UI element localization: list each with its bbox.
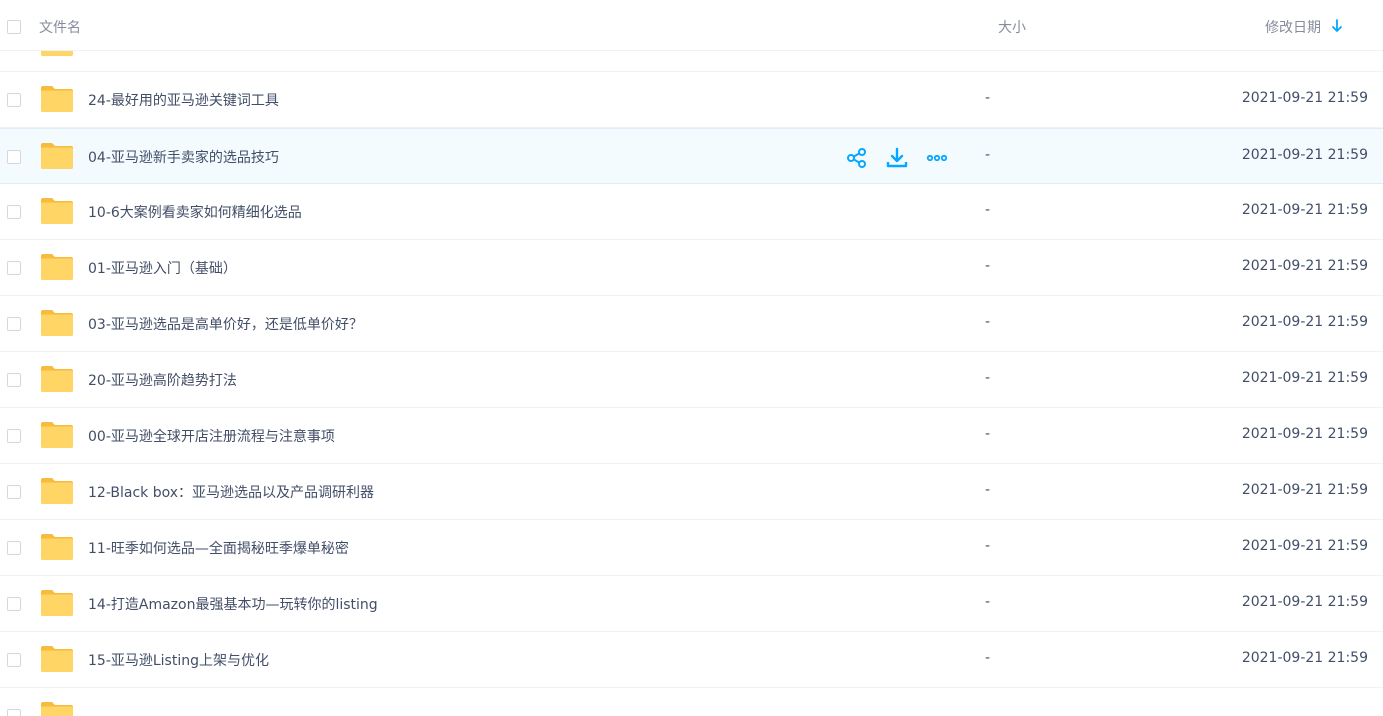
file-size: - <box>985 650 991 666</box>
file-size: - <box>985 426 991 442</box>
file-modified-date: 2021-09-21 21:59 <box>1241 482 1368 498</box>
folder-icon <box>40 309 74 337</box>
folder-icon <box>40 253 74 281</box>
file-row[interactable]: 01-亚马逊入门（基础） - 2021-09-21 21:59 <box>0 240 1383 296</box>
folder-icon <box>40 533 74 561</box>
share-button[interactable] <box>846 147 868 169</box>
file-name[interactable]: 20-亚马逊高阶趋势打法 <box>88 370 237 390</box>
file-size: - <box>985 538 991 554</box>
file-name[interactable]: 04-亚马逊新手卖家的选品技巧 <box>88 147 279 167</box>
row-checkbox[interactable] <box>7 709 21 716</box>
file-name[interactable]: 24-最好用的亚马逊关键词工具 <box>88 90 279 110</box>
file-row[interactable]: 12-Black box：亚马逊选品以及产品调研利器 - 2021-09-21 21… <box>0 464 1383 520</box>
folder-icon <box>40 421 74 449</box>
file-size: - <box>985 594 991 610</box>
row-checkbox[interactable] <box>7 373 21 387</box>
file-row[interactable]: 24-最好用的亚马逊关键词工具 - 2021-09-21 21:59 <box>0 72 1383 128</box>
download-icon <box>886 147 908 169</box>
column-header-date[interactable]: 修改日期 <box>1265 17 1321 37</box>
row-checkbox[interactable] <box>7 597 21 611</box>
file-name[interactable]: 11-旺季如何选品—全面揭秘旺季爆单秘密 <box>88 538 349 558</box>
file-row[interactable]: 04-亚马逊新手卖家的选品技巧 - 2021-09-21 21:59 <box>0 128 1383 184</box>
row-checkbox[interactable] <box>7 541 21 555</box>
file-list: 文件名 大小 修改日期 24-最好用的亚马逊关键词工具 - 2021-09-21 2… <box>0 0 1383 716</box>
row-checkbox[interactable] <box>7 205 21 219</box>
list-header: 文件名 大小 修改日期 <box>0 0 1383 51</box>
file-rows: 24-最好用的亚马逊关键词工具 -2021-09-21 21:59 04-亚马逊新手… <box>0 16 1383 716</box>
file-row[interactable]: 11-旺季如何选品—全面揭秘旺季爆单秘密 - 2021-09-21 21:59 <box>0 520 1383 576</box>
file-name[interactable]: 14-打造Amazon最强基本功—玩转你的listing <box>88 594 378 614</box>
share-icon <box>846 147 868 169</box>
sort-desc-arrow-icon[interactable] <box>1331 19 1343 33</box>
column-header-size[interactable]: 大小 <box>998 17 1026 37</box>
folder-icon <box>40 701 74 716</box>
file-row[interactable]: 20-亚马逊高阶趋势打法 - 2021-09-21 21:59 <box>0 352 1383 408</box>
row-actions <box>846 147 948 169</box>
download-button[interactable] <box>886 147 908 169</box>
file-row[interactable] <box>0 688 1383 716</box>
folder-icon <box>40 365 74 393</box>
file-modified-date: 2021-09-21 21:59 <box>1241 650 1368 666</box>
file-name[interactable]: 03-亚马逊选品是高单价好，还是低单价好？ <box>88 314 363 334</box>
more-icon <box>926 147 948 169</box>
file-name[interactable]: 10-6大案例看卖家如何精细化选品 <box>88 202 302 222</box>
file-size: - <box>985 370 991 386</box>
file-name[interactable]: 15-亚马逊Listing上架与优化 <box>88 650 269 670</box>
select-all-checkbox[interactable] <box>7 20 21 34</box>
file-row[interactable]: 10-6大案例看卖家如何精细化选品 - 2021-09-21 21:59 <box>0 184 1383 240</box>
folder-icon <box>40 142 74 170</box>
file-modified-date: 2021-09-21 21:59 <box>1241 594 1368 610</box>
file-modified-date: 2021-09-21 21:59 <box>1241 258 1368 274</box>
row-checkbox[interactable] <box>7 429 21 443</box>
row-checkbox[interactable] <box>7 150 21 164</box>
file-modified-date: 2021-09-21 21:59 <box>1241 538 1368 554</box>
file-modified-date: 2021-09-21 21:59 <box>1241 314 1368 330</box>
file-modified-date: 2021-09-21 21:59 <box>1241 370 1368 386</box>
file-row[interactable]: 00-亚马逊全球开店注册流程与注意事项 - 2021-09-21 21:59 <box>0 408 1383 464</box>
file-row[interactable]: 15-亚马逊Listing上架与优化 - 2021-09-21 21:59 <box>0 632 1383 688</box>
more-actions-button[interactable] <box>926 147 948 169</box>
column-header-name[interactable]: 文件名 <box>39 17 81 37</box>
folder-icon <box>40 589 74 617</box>
folder-icon <box>40 85 74 113</box>
row-checkbox[interactable] <box>7 317 21 331</box>
row-checkbox[interactable] <box>7 485 21 499</box>
file-size: - <box>985 202 991 218</box>
file-name[interactable]: 12-Black box：亚马逊选品以及产品调研利器 <box>88 482 374 502</box>
folder-icon <box>40 645 74 673</box>
folder-icon <box>40 477 74 505</box>
row-checkbox[interactable] <box>7 653 21 667</box>
file-size: - <box>985 482 991 498</box>
file-size: - <box>985 314 991 330</box>
file-size: - <box>985 258 991 274</box>
file-modified-date: 2021-09-21 21:59 <box>1241 426 1368 442</box>
file-modified-date: 2021-09-21 21:59 <box>1241 147 1368 163</box>
file-name[interactable]: 00-亚马逊全球开店注册流程与注意事项 <box>88 426 335 446</box>
folder-icon <box>40 197 74 225</box>
file-name[interactable]: 01-亚马逊入门（基础） <box>88 258 237 278</box>
file-row[interactable]: 14-打造Amazon最强基本功—玩转你的listing - 2021-09-21 … <box>0 576 1383 632</box>
file-modified-date: 2021-09-21 21:59 <box>1241 90 1368 106</box>
file-modified-date: 2021-09-21 21:59 <box>1241 202 1368 218</box>
file-row[interactable]: 03-亚马逊选品是高单价好，还是低单价好？ - 2021-09-21 21:59 <box>0 296 1383 352</box>
row-checkbox[interactable] <box>7 261 21 275</box>
file-size: - <box>985 90 991 106</box>
row-checkbox[interactable] <box>7 93 21 107</box>
file-size: - <box>985 147 991 163</box>
